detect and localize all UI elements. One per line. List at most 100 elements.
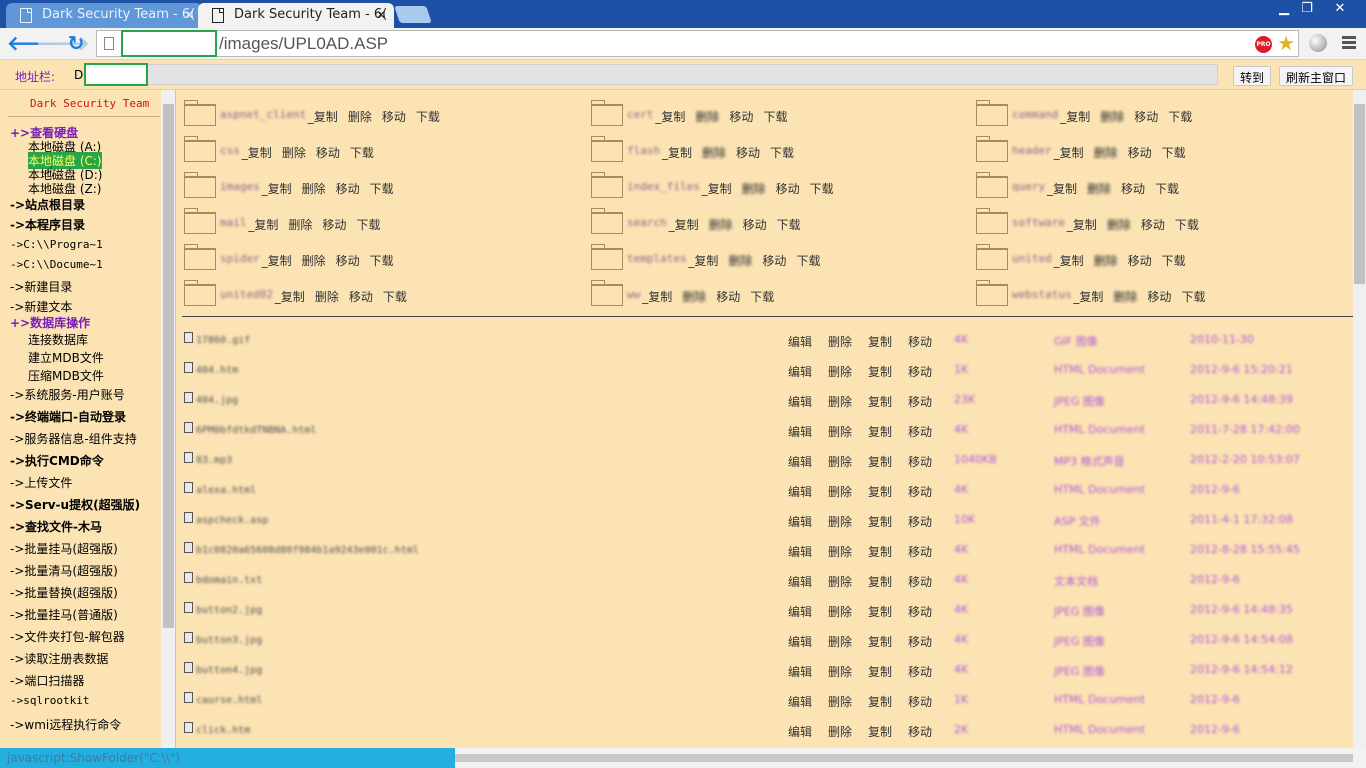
folder-action-link[interactable]: 下载 [1168,110,1192,124]
file-action-link[interactable]: 移动 [908,513,932,530]
folder-icon[interactable] [184,208,216,234]
folder-action-link[interactable]: _复制 [1054,146,1084,160]
folder-action-link[interactable]: _复制 [1054,254,1084,268]
file-action-link[interactable]: 移动 [908,663,932,680]
close-window-button[interactable]: ✕ [1320,0,1360,20]
folder-action-link[interactable]: _复制 [308,110,338,124]
folder-action-link[interactable]: 移动 [336,254,360,268]
file-action-link[interactable]: 编辑 [788,633,812,650]
folder-action-link[interactable]: 移动 [729,110,753,124]
folder-action-link[interactable]: 移动 [322,218,346,232]
sidebar-item[interactable]: ->站点根目录 [10,196,85,213]
file-action-link[interactable]: 删除 [828,693,852,710]
folder-action-link[interactable]: 删除 [742,182,766,196]
file-action-link[interactable]: 删除 [828,663,852,680]
file-action-link[interactable]: 编辑 [788,573,812,590]
folder-action-link[interactable]: 移动 [382,110,406,124]
folder-action-link[interactable]: 下载 [383,290,407,304]
file-action-link[interactable]: 复制 [868,483,892,500]
file-action-link[interactable]: 编辑 [788,393,812,410]
maximize-button[interactable]: ❐ [1292,0,1322,20]
file-action-link[interactable]: 复制 [868,603,892,620]
folder-action-link[interactable]: 移动 [762,254,786,268]
folder-action-link[interactable]: 移动 [1128,254,1152,268]
folder-action-link[interactable]: 下载 [1181,290,1205,304]
sidebar-item[interactable]: ->系统服务-用户账号 [10,386,125,403]
back-icon[interactable]: 🡐 [7,32,61,56]
main-scrollbar[interactable] [1353,90,1366,748]
file-action-link[interactable]: 删除 [828,333,852,350]
sidebar-item[interactable]: 建立MDB文件 [28,349,104,366]
folder-action-link[interactable]: 移动 [743,218,767,232]
folder-name[interactable]: software [1012,216,1065,229]
file-name[interactable]: 404.jpg [196,395,238,406]
folder-action-link[interactable]: 下载 [796,254,820,268]
folder-name[interactable]: query [1012,180,1045,193]
folder-action-link[interactable]: 删除 [695,110,719,124]
sidebar-item[interactable]: ->端口扫描器 [10,672,84,689]
file-action-link[interactable]: 移动 [908,543,932,560]
folder-name[interactable]: css [220,144,240,157]
folder-action-link[interactable]: 删除 [1113,290,1137,304]
go-button[interactable]: 转到 [1233,66,1272,86]
folder-icon[interactable] [184,244,216,270]
folder-action-link[interactable]: _复制 [642,290,672,304]
file-action-link[interactable]: 移动 [908,483,932,500]
folder-icon[interactable] [591,100,623,126]
file-action-link[interactable]: 复制 [868,333,892,350]
folder-action-link[interactable]: 移动 [336,182,360,196]
file-action-link[interactable]: 移动 [908,603,932,620]
file-name[interactable]: button2.jpg [196,605,262,616]
file-action-link[interactable]: 移动 [908,423,932,440]
folder-name[interactable]: command [1012,108,1058,121]
folder-action-link[interactable]: 移动 [349,290,373,304]
reload-icon[interactable]: ↻ [64,32,88,56]
address-bar[interactable]: /images/UPL0AD.ASP PRO ★ [96,30,1299,57]
file-action-link[interactable]: 复制 [868,393,892,410]
sidebar-item[interactable]: ->wmi远程执行命令 [10,716,121,733]
folder-action-link[interactable]: 移动 [316,146,340,160]
file-action-link[interactable]: 复制 [868,423,892,440]
file-action-link[interactable]: 删除 [828,723,852,740]
folder-action-link[interactable]: 删除 [1094,146,1118,160]
folder-name[interactable]: united [1012,252,1052,265]
file-action-link[interactable]: 删除 [828,483,852,500]
file-name[interactable]: caurse.html [196,695,262,706]
sidebar-item[interactable]: ->新建文本 [10,298,72,315]
file-action-link[interactable]: 删除 [828,573,852,590]
menu-icon[interactable] [1342,36,1356,50]
folder-action-link[interactable]: 删除 [1087,182,1111,196]
folder-action-link[interactable]: 删除 [348,110,372,124]
file-action-link[interactable]: 编辑 [788,603,812,620]
file-action-link[interactable]: 复制 [868,723,892,740]
file-action-link[interactable]: 删除 [828,453,852,470]
folder-action-link[interactable]: 移动 [1141,218,1165,232]
folder-name[interactable]: header [1012,144,1052,157]
sidebar-item[interactable]: ->批量挂马(普通版) [10,606,118,623]
folder-icon[interactable] [184,136,216,162]
file-action-link[interactable]: 移动 [908,723,932,740]
file-action-link[interactable]: 编辑 [788,333,812,350]
folder-name[interactable]: webstatus [1012,288,1072,301]
folder-action-link[interactable]: 下载 [1175,218,1199,232]
folder-action-link[interactable]: 删除 [1094,254,1118,268]
file-action-link[interactable]: 编辑 [788,453,812,470]
scroll-thumb[interactable] [1354,104,1365,284]
sidebar-item[interactable]: 本地磁盘 (Z:) [28,180,101,197]
tab-active[interactable]: Dark Security Team - 6( ✕ [198,3,394,28]
file-action-link[interactable]: 删除 [828,603,852,620]
folder-icon[interactable] [184,172,216,198]
file-action-link[interactable]: 删除 [828,513,852,530]
forward-icon[interactable]: 🡒 [36,32,90,56]
file-action-link[interactable]: 删除 [828,633,852,650]
folder-action-link[interactable]: 移动 [1128,146,1152,160]
folder-action-link[interactable]: _复制 [1067,218,1097,232]
file-action-link[interactable]: 移动 [908,693,932,710]
folder-action-link[interactable]: 下载 [350,146,374,160]
folder-name[interactable]: cert [627,108,654,121]
folder-action-link[interactable]: 删除 [682,290,706,304]
file-name[interactable]: alexa.html [196,485,256,496]
file-action-link[interactable]: 复制 [868,513,892,530]
file-action-link[interactable]: 复制 [868,363,892,380]
file-action-link[interactable]: 移动 [908,363,932,380]
